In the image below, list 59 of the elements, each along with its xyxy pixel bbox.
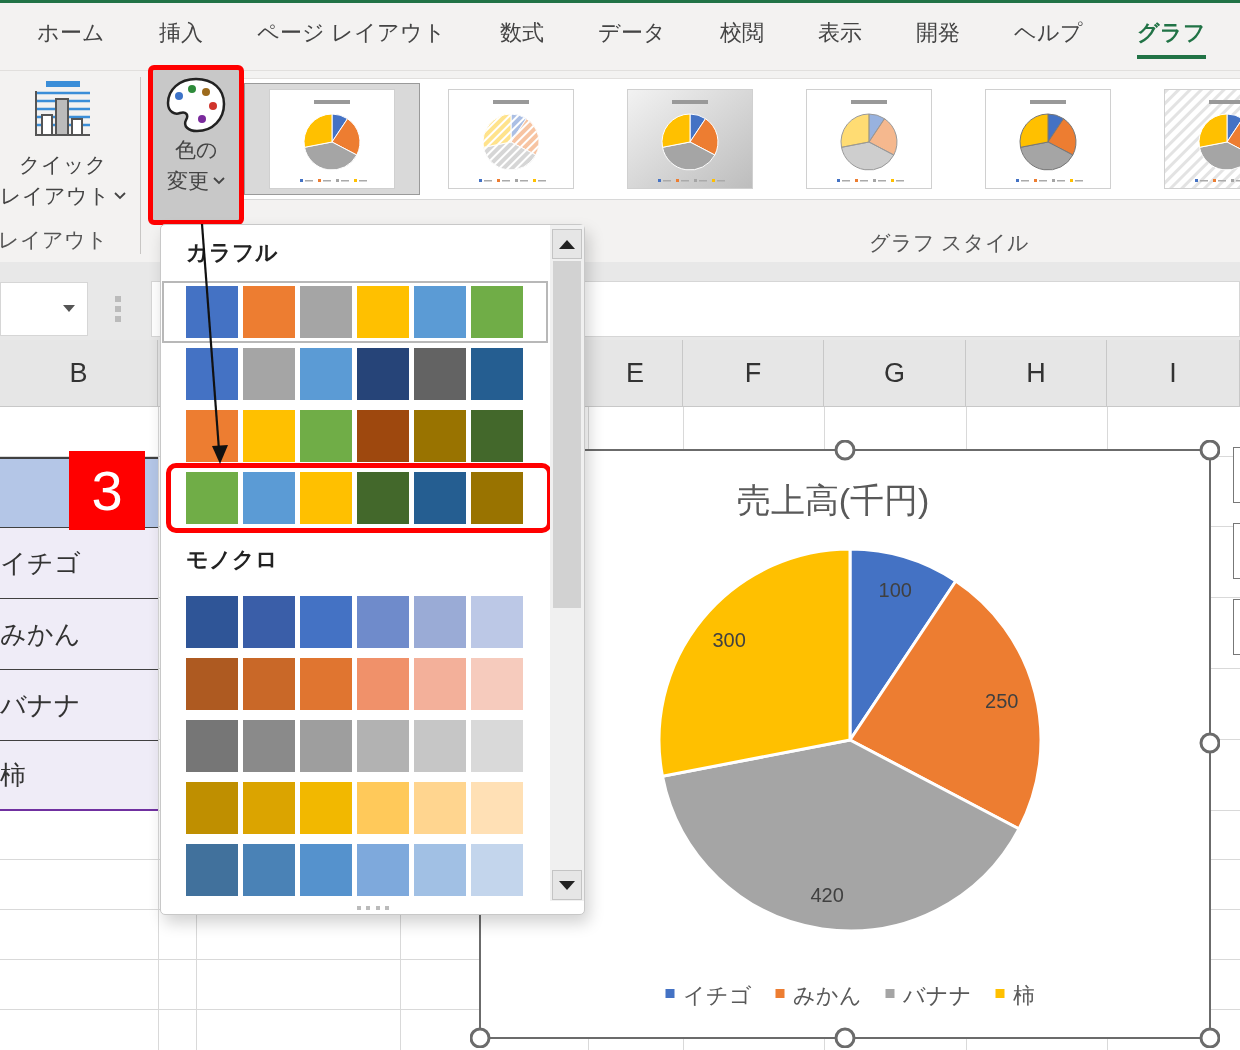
group-label: レイアウト (0, 227, 109, 253)
resize-handle[interactable] (834, 1027, 856, 1048)
group-label: グラフ スタイル (869, 230, 1030, 256)
ribbon-tab[interactable]: 表示 (818, 11, 863, 59)
step-badge: 3 (69, 451, 145, 530)
table-cell: みかん (0, 598, 158, 669)
chevron-icon (113, 191, 126, 200)
table-cell: イチゴ (0, 527, 158, 598)
ribbon-tab[interactable]: データ (598, 11, 667, 59)
scroll-up-button[interactable] (552, 229, 582, 259)
resize-handle[interactable] (834, 440, 856, 461)
resize-handle[interactable] (1199, 732, 1220, 754)
legend-marker (775, 989, 785, 998)
legend-label: 柿 (1012, 983, 1035, 1008)
column-header[interactable]: I (1107, 340, 1240, 406)
triangle-down-icon (559, 880, 575, 890)
change-colors-button[interactable]: 色の 変更 (148, 65, 244, 225)
paint-palette-icon (165, 76, 227, 134)
table-cell: 柿 (0, 740, 158, 811)
data-label: 250 (985, 690, 1019, 713)
color-palette[interactable] (162, 281, 548, 343)
resize-handle[interactable] (470, 1027, 491, 1048)
column-header[interactable]: F (683, 340, 824, 406)
ribbon-tab[interactable]: グラフ (1137, 11, 1207, 59)
section-heading: モノクロ (185, 546, 279, 574)
triangle-up-icon (559, 239, 575, 249)
legend-label: イチゴ (682, 983, 752, 1008)
legend-label: バナナ (902, 983, 972, 1008)
legend-marker (885, 989, 895, 998)
ribbon-tab[interactable]: 数式 (500, 11, 545, 59)
scroll-down-button[interactable] (552, 870, 582, 900)
resize-grip-icon[interactable] (356, 905, 389, 910)
data-label: 420 (810, 883, 844, 906)
resize-handle[interactable] (1199, 440, 1220, 461)
resize-handle[interactable] (1199, 1027, 1220, 1048)
column-header[interactable]: G (824, 340, 966, 406)
scrollbar-thumb[interactable] (553, 261, 581, 608)
ribbon-tab[interactable]: ページ レイアウト (257, 11, 447, 59)
column-header[interactable]: E (588, 340, 683, 406)
legend-marker (995, 989, 1005, 998)
legend-marker (665, 989, 675, 998)
chart-layout-icon (33, 79, 92, 137)
quick-layout-button[interactable]: クイック レイアウト (0, 71, 125, 211)
ribbon-tab[interactable]: ホーム (37, 11, 105, 59)
dropdown-caret-icon (63, 305, 75, 312)
column-header[interactable]: H (966, 340, 1107, 406)
chevron-icon (213, 176, 225, 185)
data-label: 300 (712, 629, 746, 652)
legend-label: みかん (792, 983, 862, 1008)
chart-style-thumbnail[interactable] (244, 83, 420, 195)
ribbon-tab[interactable]: ヘルプ (1014, 11, 1084, 59)
ribbon-tab[interactable]: 開発 (916, 11, 961, 59)
grip-icon (115, 295, 121, 322)
ribbon-tab[interactable]: 校閲 (720, 11, 765, 59)
table-cell: バナナ (0, 669, 158, 740)
chart-title: 売上高(千円) (736, 481, 930, 519)
data-label: 100 (878, 579, 912, 602)
ribbon-tab[interactable]: 挿入 (159, 11, 203, 59)
column-header[interactable]: B (0, 340, 158, 406)
